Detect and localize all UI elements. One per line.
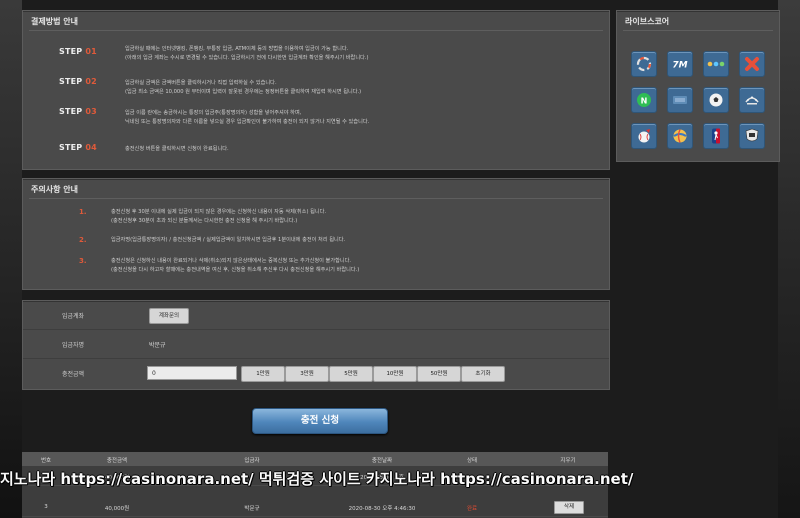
amount-30k-button[interactable]: 3만원 bbox=[285, 366, 329, 382]
amount-label: 충전금액 bbox=[61, 371, 85, 378]
amount-row: 충전금액 0 1만원 3만원 5만원 10만원 50만원 초기화 bbox=[23, 359, 609, 387]
naver-icon[interactable]: N bbox=[631, 87, 657, 113]
uefa-icon[interactable] bbox=[739, 87, 765, 113]
depositor-label: 입금자명 bbox=[61, 342, 85, 349]
charge-form: 입금계좌 계좌문의 입금자명 박문규 충전금액 0 1만원 3만원 5만원 10… bbox=[22, 300, 610, 390]
account-inquiry-button[interactable]: 계좌문의 bbox=[149, 308, 189, 324]
background-right bbox=[778, 0, 800, 518]
divider bbox=[29, 198, 603, 199]
step-2-text: 입금하실 금액은 금액버튼을 클릭하시거나 직접 입력하실 수 있습니다. (입금… bbox=[125, 80, 362, 95]
step-2-label: STEP 02 bbox=[59, 77, 97, 86]
amount-50k-button[interactable]: 5만원 bbox=[329, 366, 373, 382]
caution-panel: 주의사항 안내 1. 충전신청 후 30분 이내에 실제 입금이 되지 않은 경… bbox=[22, 178, 610, 290]
caution-title: 주의사항 안내 bbox=[31, 185, 78, 194]
live-score-title: 라이브스코어 bbox=[625, 17, 670, 26]
betman-icon[interactable] bbox=[739, 51, 765, 77]
score-icon[interactable] bbox=[667, 87, 693, 113]
step-number: 02 bbox=[85, 77, 97, 86]
depositor-row: 입금자명 박문규 bbox=[23, 330, 609, 359]
step-number: 01 bbox=[85, 47, 97, 56]
table-header: 번호 충전금액 입금자 충전날짜 상태 지우기 bbox=[22, 452, 608, 466]
step-1-label: STEP 01 bbox=[59, 47, 97, 56]
delete-button[interactable]: 삭제 bbox=[554, 501, 584, 514]
reset-button[interactable]: 초기화 bbox=[461, 366, 505, 382]
step-number: 03 bbox=[85, 107, 97, 116]
row-number: 3 bbox=[44, 504, 48, 510]
col-number: 번호 bbox=[40, 458, 52, 464]
volleyball-icon[interactable] bbox=[667, 123, 693, 149]
svg-text:N: N bbox=[641, 97, 648, 106]
divider bbox=[623, 30, 773, 31]
payment-guide-title: 결제방법 안내 bbox=[31, 17, 78, 26]
step-3-label: STEP 03 bbox=[59, 107, 97, 116]
step-4-text: 충전신청 버튼을 클릭하시면 신청이 완료됩니다. bbox=[125, 146, 229, 152]
step-3-text: 입금 이름 란에는 송금하시는 통장의 입금주(통장명의자) 성함을 넣어주셔야… bbox=[125, 110, 370, 125]
live-score-panel: 라이브스코어 7M N bbox=[616, 10, 780, 162]
col-status: 상태 bbox=[466, 458, 478, 464]
soccerball-icon[interactable] bbox=[703, 87, 729, 113]
step-number: 04 bbox=[85, 143, 97, 152]
row-date: 2020-08-30 오후 4:46:30 bbox=[348, 506, 416, 512]
divider bbox=[29, 30, 603, 31]
depositor-value: 박문규 bbox=[149, 342, 166, 349]
background-left bbox=[0, 0, 22, 518]
amount-500k-button[interactable]: 50만원 bbox=[417, 366, 461, 382]
caution-2-text: 입금자명(입금통장명의자) / 충전신청금액 / 실제입금액이 일치하시면 입금… bbox=[111, 237, 346, 243]
payment-guide-panel: 결제방법 안내 STEP 01 입금하실 때에는 인터넷뱅킹, 폰뱅킹, 무통장… bbox=[22, 10, 610, 170]
status-badge: 완료 bbox=[466, 506, 478, 512]
nhl-icon[interactable] bbox=[739, 123, 765, 149]
account-label: 입금계좌 bbox=[61, 313, 85, 320]
caution-2-number: 2. bbox=[79, 236, 87, 244]
row-amount: 40,000원 bbox=[104, 506, 130, 512]
7m-icon[interactable]: 7M bbox=[667, 51, 693, 77]
step-4-label: STEP 04 bbox=[59, 143, 97, 152]
livescore-icon[interactable] bbox=[631, 51, 657, 77]
account-row: 입금계좌 계좌문의 bbox=[23, 301, 609, 330]
svg-text:7M: 7M bbox=[672, 61, 687, 71]
caution-1-number: 1. bbox=[79, 208, 87, 216]
col-delete: 지우기 bbox=[560, 458, 576, 464]
step-1-text: 입금하실 때에는 인터넷뱅킹, 폰뱅킹, 무통장 입금, ATM이체 등의 방법… bbox=[125, 46, 369, 61]
nba-icon[interactable] bbox=[703, 123, 729, 149]
col-depositor: 입금자 bbox=[244, 458, 260, 464]
col-amount: 충전금액 bbox=[106, 458, 128, 464]
nowgoal-icon[interactable] bbox=[703, 51, 729, 77]
charge-submit-button[interactable]: 충전 신청 bbox=[252, 408, 388, 434]
amount-input[interactable]: 0 bbox=[147, 366, 237, 380]
caution-3-text: 충전신청은 신청하신 내용이 완료되거나 삭제(취소)되지 않은상태에서는 중복… bbox=[111, 258, 360, 273]
col-date: 충전날짜 bbox=[371, 458, 393, 464]
amount-10k-button[interactable]: 1만원 bbox=[241, 366, 285, 382]
caution-3-number: 3. bbox=[79, 257, 87, 265]
amount-100k-button[interactable]: 10만원 bbox=[373, 366, 417, 382]
watermark-text: 지노나라 https://casinonara.net/ 먹튀검증 사이트 카지… bbox=[0, 470, 634, 488]
caution-1-text: 충전신청 후 30분 이내에 실제 입금이 되지 않은 경우에는 신청하신 내용… bbox=[111, 209, 327, 224]
baseball-icon[interactable] bbox=[631, 123, 657, 149]
table-row: 3 40,000원 박문규 2020-08-30 오후 4:46:30 완료 삭… bbox=[22, 498, 608, 517]
row-depositor: 박문규 bbox=[244, 506, 260, 512]
